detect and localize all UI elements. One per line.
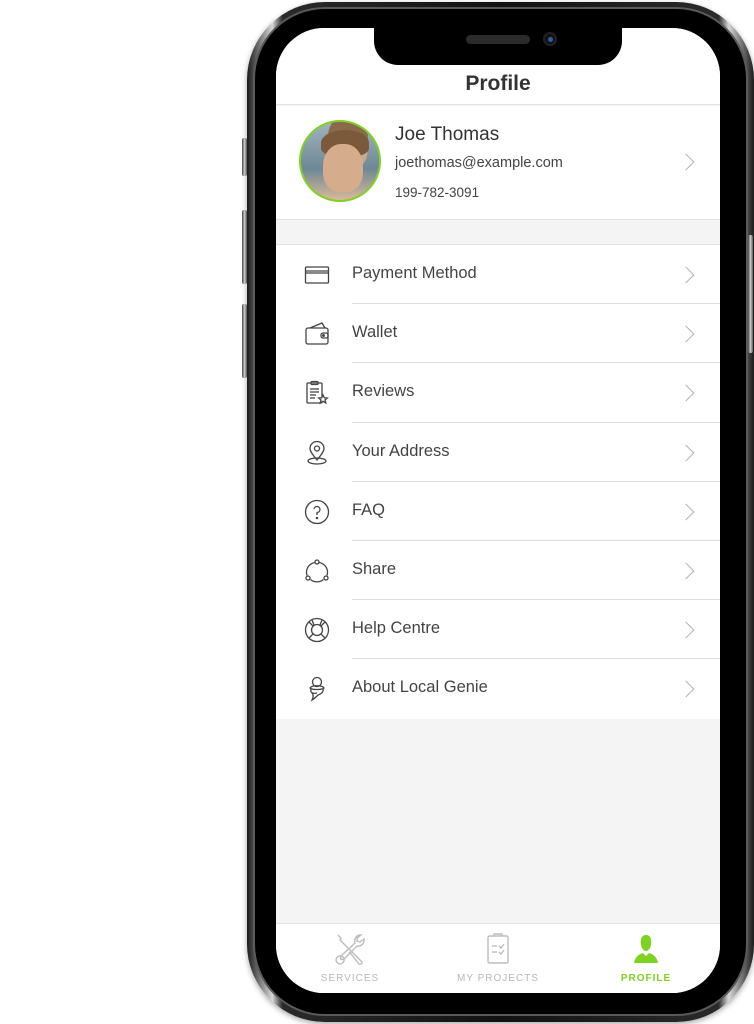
lifebuoy-icon (304, 617, 330, 643)
genie-icon (309, 677, 325, 702)
chevron-right-icon (677, 562, 695, 580)
menu-item-payment-method[interactable]: Payment Method (276, 245, 720, 305)
chevron-right-icon (677, 325, 695, 343)
volume-down-button (242, 304, 247, 378)
credit-card-icon (304, 266, 330, 284)
chevron-right-icon (677, 680, 695, 698)
user-name: Joe Thomas (395, 124, 500, 145)
front-camera (543, 32, 557, 46)
menu-label: FAQ (352, 500, 386, 519)
settings-menu: Payment Method Wallet Reviews Your Addre… (276, 244, 720, 719)
menu-item-reviews[interactable]: Reviews (276, 363, 720, 423)
share-icon (305, 559, 329, 583)
menu-item-faq[interactable]: FAQ (276, 482, 720, 541)
chevron-right-icon (677, 153, 695, 171)
mute-switch (242, 138, 247, 176)
menu-item-wallet[interactable]: Wallet (276, 304, 720, 364)
menu-label: Help Centre (352, 619, 441, 638)
menu-label: Payment Method (352, 264, 477, 282)
menu-item-help-centre[interactable]: Help Centre (276, 600, 720, 660)
menu-item-about-local-genie[interactable]: About Local Genie (276, 659, 720, 718)
user-email: joethomas@example.com (395, 155, 563, 171)
tab-services[interactable]: SERVICES (276, 924, 424, 993)
tab-label: SERVICES (320, 973, 380, 984)
chevron-right-icon (677, 444, 695, 462)
review-clipboard-star-icon (306, 381, 329, 405)
avatar[interactable] (299, 120, 381, 202)
profile-card[interactable]: Joe Thomas joethomas@example.com 199-782… (276, 106, 720, 220)
menu-label: Reviews (352, 382, 415, 401)
user-phone: 199-782-3091 (395, 185, 480, 200)
menu-label: Your Address (352, 441, 450, 460)
bottom-tab-bar: SERVICES MY PROJECTS PROFILE (276, 923, 720, 993)
chevron-right-icon (677, 266, 695, 284)
tab-profile[interactable]: PROFILE (572, 924, 720, 993)
menu-label: About Local Genie (352, 678, 488, 697)
tab-label: PROFILE (620, 973, 672, 984)
phone-notch (374, 18, 622, 65)
menu-item-your-address[interactable]: Your Address (276, 423, 720, 482)
page-title: Profile (465, 72, 531, 95)
user-icon (634, 935, 658, 963)
menu-label: Share (352, 559, 397, 578)
clipboard-check-icon (487, 933, 509, 964)
tab-my-projects[interactable]: MY PROJECTS (424, 924, 572, 993)
wallet-icon (305, 322, 329, 345)
chevron-right-icon (677, 621, 695, 639)
chevron-right-icon (677, 384, 695, 402)
tab-label: MY PROJECTS (457, 973, 539, 984)
power-button (748, 235, 753, 353)
speaker-grille (466, 35, 530, 44)
menu-label: Wallet (352, 323, 398, 342)
app-screen: Profile Joe Thomas joethomas@example.com… (276, 28, 720, 993)
location-pin-icon (307, 440, 327, 465)
volume-up-button (242, 210, 247, 284)
question-circle-icon (304, 499, 330, 524)
tools-icon (335, 934, 365, 965)
menu-item-share[interactable]: Share (276, 541, 720, 601)
chevron-right-icon (677, 503, 695, 521)
avatar-face (323, 144, 363, 192)
